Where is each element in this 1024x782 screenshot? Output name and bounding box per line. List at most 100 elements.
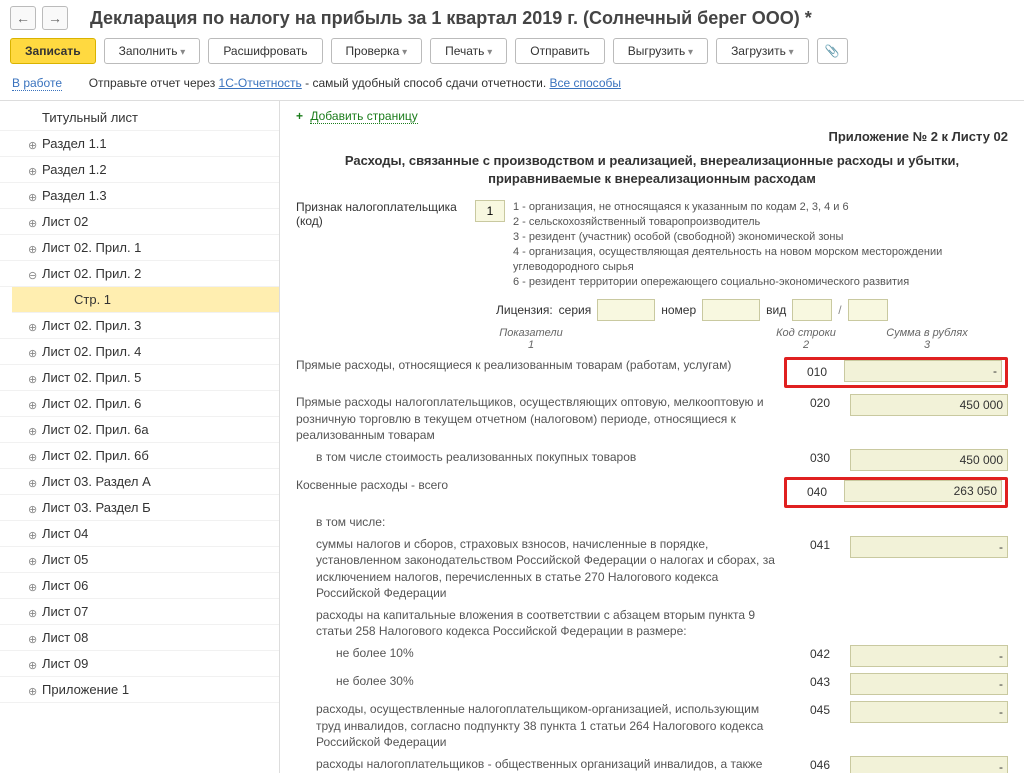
highlighted-cell: 040 [784, 477, 1008, 508]
tree-toggle-icon[interactable]: ⊕ [28, 321, 38, 331]
row-value-input[interactable] [850, 756, 1008, 773]
load-button[interactable]: Загрузить [716, 38, 809, 64]
save-button[interactable]: Записать [10, 38, 96, 64]
tree-toggle-icon[interactable]: ⊕ [28, 399, 38, 409]
sidebar-item[interactable]: ⊕Лист 02. Прил. 5 [0, 365, 279, 391]
tree-toggle-icon[interactable]: ⊕ [28, 555, 38, 565]
row-value-input[interactable] [850, 449, 1008, 471]
tree-toggle-icon[interactable]: ⊕ [28, 659, 38, 669]
row-code: 041 [790, 536, 850, 552]
license-type1-input[interactable] [792, 299, 832, 321]
tree-toggle-icon[interactable]: ⊕ [28, 191, 38, 201]
tree-toggle-icon[interactable]: ⊕ [28, 139, 38, 149]
add-page-label: Добавить страницу [310, 109, 417, 124]
sidebar-item-label: Приложение 1 [42, 682, 129, 697]
row-code: 043 [790, 673, 850, 689]
sidebar-item[interactable]: ⊕ Приложение 1 [0, 677, 279, 703]
add-page-link[interactable]: + Добавить страницу [296, 109, 1008, 123]
sidebar-item[interactable]: ⊕Лист 09 [0, 651, 279, 677]
sidebar-item[interactable]: Стр. 1 [12, 287, 279, 313]
status-msg1: Отправьте отчет через [89, 76, 216, 90]
tree-toggle-icon[interactable]: ⊕ [28, 581, 38, 591]
sidebar-item[interactable]: ⊕Лист 02. Прил. 4 [0, 339, 279, 365]
tree-toggle-icon[interactable]: ⊕ [28, 165, 38, 175]
tree-toggle-icon[interactable]: ⊕ [28, 503, 38, 513]
status-in-work[interactable]: В работе [12, 76, 62, 91]
row-code: 030 [790, 449, 850, 465]
tree-toggle-icon[interactable]: ⊖ [28, 269, 38, 279]
license-type2-input[interactable] [848, 299, 888, 321]
tree-toggle-icon[interactable]: ⊕ [28, 451, 38, 461]
sidebar-item[interactable]: ⊕Лист 02 [0, 209, 279, 235]
sidebar-item[interactable]: ⊕Лист 07 [0, 599, 279, 625]
sidebar-item[interactable]: ⊕Лист 08 [0, 625, 279, 651]
sidebar-item[interactable]: ⊕Лист 02. Прил. 6а [0, 417, 279, 443]
nav-forward-button[interactable]: → [42, 6, 68, 30]
tree-toggle-icon[interactable]: ⊕ [28, 425, 38, 435]
sidebar-item[interactable]: Титульный лист [0, 105, 279, 131]
sidebar-item-label: Раздел 1.1 [42, 136, 107, 151]
tree-toggle-icon[interactable]: ⊕ [28, 633, 38, 643]
sidebar-item[interactable]: ⊕ Раздел 1.1 [0, 131, 279, 157]
sidebar-item-label: Лист 03. Раздел А [42, 474, 151, 489]
col-n1: 1 [296, 339, 766, 351]
fill-button[interactable]: Заполнить [104, 38, 201, 64]
send-button[interactable]: Отправить [515, 38, 605, 64]
row-value-input[interactable] [850, 645, 1008, 667]
sidebar-item[interactable]: ⊕Лист 05 [0, 547, 279, 573]
row-label: расходы на капитальные вложения в соотве… [296, 607, 790, 639]
sidebar-item[interactable]: ⊕Лист 02. Прил. 1 [0, 235, 279, 261]
form-row: Косвенные расходы - всего040 [296, 477, 1008, 508]
sidebar-item[interactable]: ⊕Раздел 1.2 [0, 157, 279, 183]
sidebar-item[interactable]: ⊕ Лист 02. Прил. 3 [0, 313, 279, 339]
decrypt-button[interactable]: Расшифровать [208, 38, 322, 64]
row-value [850, 394, 1008, 416]
tree-toggle-icon[interactable]: ⊕ [28, 607, 38, 617]
print-button[interactable]: Печать [430, 38, 507, 64]
sidebar-item[interactable]: ⊕Лист 06 [0, 573, 279, 599]
row-value-input[interactable] [850, 673, 1008, 695]
sidebar-item[interactable]: ⊕ Лист 03. Раздел А [0, 469, 279, 495]
tree-toggle-icon[interactable]: ⊕ [28, 217, 38, 227]
form-rows: Прямые расходы, относящиеся к реализован… [296, 357, 1008, 773]
sidebar-item[interactable]: ⊕Лист 02. Прил. 6б [0, 443, 279, 469]
row-value-input[interactable] [844, 360, 1002, 382]
row-code: 042 [790, 645, 850, 661]
nav-back-button[interactable]: ← [10, 6, 36, 30]
row-value-input[interactable] [850, 701, 1008, 723]
tree-toggle-icon[interactable]: ⊕ [28, 529, 38, 539]
sidebar-item[interactable]: ⊕ Лист 04 [0, 521, 279, 547]
license-row: Лицензия: серия номер вид / [496, 299, 1008, 321]
export-button[interactable]: Выгрузить [613, 38, 708, 64]
tree-toggle-icon[interactable]: ⊕ [28, 243, 38, 253]
taxpayer-code-input[interactable] [475, 200, 505, 222]
form-row: не более 30%043 [296, 673, 1008, 695]
status-link1[interactable]: 1С-Отчетность [219, 76, 302, 90]
form-row: расходы на капитальные вложения в соотве… [296, 607, 1008, 639]
sidebar-item[interactable]: ⊕Лист 02. Прил. 6 [0, 391, 279, 417]
tree-toggle-icon[interactable]: ⊕ [28, 373, 38, 383]
row-value-input[interactable] [850, 394, 1008, 416]
tree-toggle-icon[interactable]: ⊕ [28, 347, 38, 357]
sidebar-item[interactable]: ⊕Лист 03. Раздел Б [0, 495, 279, 521]
sidebar-item-label: Раздел 1.3 [42, 188, 107, 203]
plus-icon: + [296, 109, 303, 123]
tree-toggle-icon[interactable]: ⊕ [28, 685, 38, 695]
status-bar: В работе Отправьте отчет через 1С-Отчетн… [0, 72, 1024, 101]
license-series-input[interactable] [597, 299, 655, 321]
status-link2[interactable]: Все способы [550, 76, 622, 90]
taxpayer-note: 4 - организация, осуществляющая деятельн… [513, 245, 1008, 275]
row-value-input[interactable] [850, 536, 1008, 558]
attachments-button[interactable]: 📎 [817, 38, 848, 64]
sidebar-item[interactable]: ⊖Лист 02. Прил. 2 [0, 261, 279, 287]
sidebar-item-label: Лист 02. Прил. 3 [42, 318, 141, 333]
license-number-input[interactable] [702, 299, 760, 321]
form-row: не более 10%042 [296, 645, 1008, 667]
sidebar-item-label: Лист 04 [42, 526, 88, 541]
col-code: Код строки [766, 327, 846, 339]
row-code [790, 607, 850, 609]
row-value-input[interactable] [844, 480, 1002, 502]
sidebar-item[interactable]: ⊕ Раздел 1.3 [0, 183, 279, 209]
check-button[interactable]: Проверка [331, 38, 423, 64]
tree-toggle-icon[interactable]: ⊕ [28, 477, 38, 487]
